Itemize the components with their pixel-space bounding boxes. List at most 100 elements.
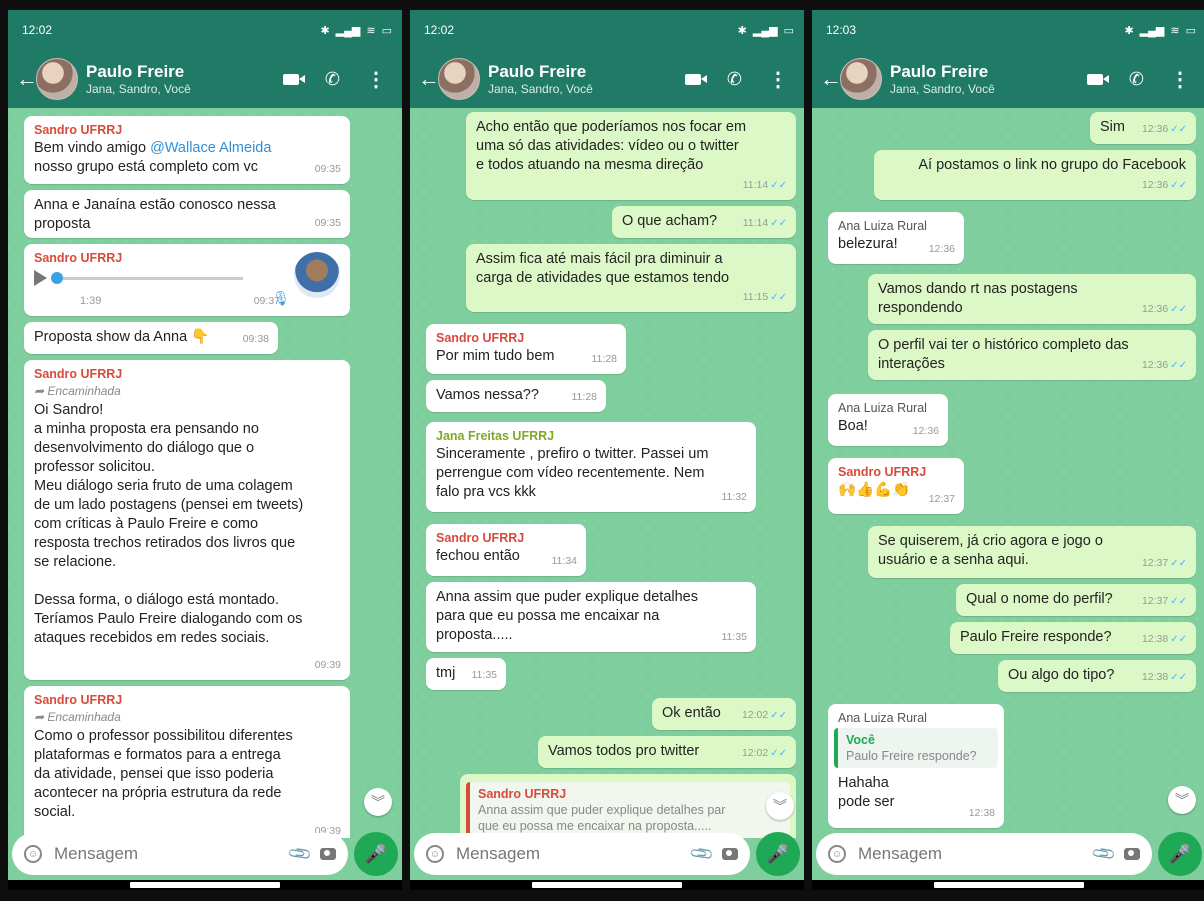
- more-options-icon[interactable]: ⋮: [768, 67, 788, 92]
- message-sender: Sandro UFRRJ: [34, 251, 123, 265]
- bluetooth-icon: ✱: [320, 24, 330, 37]
- message-time: 12:36 ✓✓: [1142, 120, 1187, 139]
- outgoing-message-bubble[interactable]: O que acham? 11:14 ✓✓: [612, 206, 796, 238]
- home-indicator[interactable]: [532, 882, 682, 888]
- chat-title: Paulo Freire: [488, 61, 587, 81]
- outgoing-message-bubble[interactable]: O perfil vai ter o histórico completo da…: [868, 330, 1196, 380]
- video-call-icon[interactable]: [282, 73, 305, 85]
- message-sender: Sandro UFRRJ: [34, 123, 123, 137]
- outgoing-message-bubble[interactable]: Ok então 12:02 ✓✓: [652, 698, 796, 730]
- camera-icon[interactable]: [722, 848, 738, 860]
- chat-area[interactable]: Sandro UFRRJ Bem vindo amigo @Wallace Al…: [8, 108, 402, 838]
- message-time: 12:36 ✓✓: [1142, 300, 1187, 319]
- outgoing-message-bubble[interactable]: Qual o nome do perfil? 12:37 ✓✓: [956, 584, 1196, 616]
- forwarded-message-bubble[interactable]: Sandro UFRRJ ➦ Encaminhada Como o profes…: [24, 686, 350, 838]
- reply-message-bubble[interactable]: Ana Luiza Rural Você Paulo Freire respon…: [828, 704, 1004, 828]
- outgoing-message-bubble[interactable]: Assim fica até mais fácil pra diminuir a…: [466, 244, 796, 312]
- message-sender: Sandro UFRRJ: [436, 531, 525, 545]
- more-options-icon[interactable]: ⋮: [366, 67, 386, 92]
- mic-button[interactable]: 🎤: [1158, 832, 1202, 876]
- quoted-text: Paulo Freire responde?: [846, 749, 977, 763]
- emoji-icon[interactable]: ☺: [828, 845, 846, 863]
- message-sender: Ana Luiza Rural: [838, 401, 927, 415]
- attach-icon[interactable]: 📎: [1090, 840, 1118, 868]
- message-sender: Jana Freitas UFRRJ: [436, 429, 555, 443]
- outgoing-message-bubble[interactable]: Sim 12:36 ✓✓: [1090, 112, 1196, 144]
- phone-call-icon[interactable]: ✆: [1129, 69, 1144, 90]
- audio-progress-track[interactable]: [51, 271, 243, 284]
- more-options-icon[interactable]: ⋮: [1170, 67, 1190, 92]
- message-input[interactable]: [52, 843, 281, 865]
- mic-icon: 🎤: [364, 843, 388, 864]
- scroll-down-button[interactable]: ︾: [766, 792, 794, 820]
- status-bar: 12:02 ✱ ▂▄▆ ≋ ▭: [8, 10, 402, 50]
- message-bubble[interactable]: tmj 11:35: [426, 658, 506, 690]
- chat-title-area[interactable]: Paulo Freire Jana, Sandro, Você: [890, 62, 1087, 97]
- outgoing-message-bubble[interactable]: Acho então que poderíamos nos focar em u…: [466, 112, 796, 200]
- group-avatar[interactable]: [438, 58, 480, 100]
- home-indicator[interactable]: [130, 882, 280, 888]
- outgoing-message-bubble[interactable]: Paulo Freire responde? 12:38 ✓✓: [950, 622, 1196, 654]
- outgoing-message-bubble[interactable]: Ou algo do tipo? 12:38 ✓✓: [998, 660, 1196, 692]
- attach-icon[interactable]: 📎: [286, 840, 314, 868]
- attach-icon[interactable]: 📎: [688, 840, 716, 868]
- video-call-icon[interactable]: [684, 73, 707, 85]
- group-avatar[interactable]: [840, 58, 882, 100]
- chat-title-area[interactable]: Paulo Freire Jana, Sandro, Você: [86, 62, 283, 97]
- quoted-message[interactable]: Você Paulo Freire responde?: [834, 728, 998, 768]
- camera-icon[interactable]: [1124, 848, 1140, 860]
- mention-link[interactable]: @Wallace Almeida: [150, 140, 271, 156]
- mic-button[interactable]: 🎤: [756, 832, 800, 876]
- message-bubble[interactable]: Anna assim que puder explique detalhes p…: [426, 582, 756, 652]
- message-bubble[interactable]: Sandro UFRRJ Bem vindo amigo @Wallace Al…: [24, 116, 350, 184]
- phone-call-icon[interactable]: ✆: [727, 69, 742, 90]
- message-bubble[interactable]: Sandro UFRRJ 🙌👍💪👏 12:37: [828, 458, 964, 514]
- message-bubble[interactable]: Sandro UFRRJ fechou então 11:34: [426, 524, 586, 576]
- scroll-down-button[interactable]: ︾: [1168, 786, 1196, 814]
- message-bubble[interactable]: Ana Luiza Rural belezura! 12:36: [828, 212, 964, 264]
- message-bubble[interactable]: Sandro UFRRJ Por mim tudo bem 11:28: [426, 324, 626, 374]
- emoji-icon[interactable]: ☺: [24, 845, 42, 863]
- message-bubble[interactable]: Vamos nessa?? 11:28: [426, 380, 606, 412]
- outgoing-message-bubble[interactable]: Se quiserem, já crio agora e jogo o usuá…: [868, 526, 1196, 578]
- back-arrow-icon[interactable]: ←: [16, 66, 38, 92]
- emoji-icon[interactable]: ☺: [426, 845, 444, 863]
- group-avatar[interactable]: [36, 58, 78, 100]
- scroll-down-button[interactable]: ︾: [364, 788, 392, 816]
- back-arrow-icon[interactable]: ←: [820, 66, 842, 92]
- message-text: Oi Sandro! a minha proposta era pensando…: [34, 402, 304, 646]
- double-chevron-down-icon: ︾: [371, 794, 385, 810]
- system-nav-bar: [812, 880, 1204, 890]
- chat-header: ← Paulo Freire Jana, Sandro, Você ✆ ⋮: [410, 50, 804, 108]
- status-icons: ✱ ▂▄▆ ≋ ▭: [1124, 24, 1196, 37]
- audio-message-bubble[interactable]: Sandro UFRRJ 1:39 🎙 09:37: [24, 244, 350, 316]
- message-time-value: 12:37: [1141, 595, 1169, 607]
- camera-icon[interactable]: [320, 848, 336, 860]
- outgoing-message-bubble[interactable]: Vamos dando rt nas postagens respondendo…: [868, 274, 1196, 324]
- message-bubble[interactable]: Proposta show da Anna 👇 09:38: [24, 322, 278, 354]
- mic-button[interactable]: 🎤: [354, 832, 398, 876]
- chat-title-area[interactable]: Paulo Freire Jana, Sandro, Você: [488, 62, 685, 97]
- chat-area[interactable]: Sim 12:36 ✓✓ Aí postamos o link no grupo …: [812, 108, 1204, 838]
- message-bubble[interactable]: Ana Luiza Rural Boa! 12:36: [828, 394, 948, 446]
- message-input[interactable]: [856, 843, 1085, 865]
- message-text: Anna e Janaína estão conosco nessa propo…: [34, 197, 276, 232]
- video-call-icon[interactable]: [1086, 73, 1109, 85]
- play-icon[interactable]: [34, 270, 47, 286]
- message-input[interactable]: [454, 843, 683, 865]
- home-indicator[interactable]: [934, 882, 1084, 888]
- message-time: 12:36: [912, 425, 939, 437]
- back-arrow-icon[interactable]: ←: [418, 66, 440, 92]
- audio-progress-handle[interactable]: [51, 271, 63, 284]
- phone-call-icon[interactable]: ✆: [325, 69, 340, 90]
- forwarded-message-bubble[interactable]: Sandro UFRRJ ➦ Encaminhada Oi Sandro! a …: [24, 360, 350, 680]
- outgoing-message-bubble[interactable]: Vamos todos pro twitter 12:02 ✓✓: [538, 736, 796, 768]
- forwarded-label: ➦ Encaminhada: [34, 383, 340, 399]
- outgoing-message-bubble[interactable]: Aí postamos o link no grupo do Facebook …: [874, 150, 1196, 200]
- double-chevron-down-icon: ︾: [1175, 792, 1189, 808]
- chat-area[interactable]: Acho então que poderíamos nos focar em u…: [410, 108, 804, 838]
- status-icons: ✱ ▂▄▆ ▭: [738, 24, 794, 37]
- message-bubble[interactable]: Anna e Janaína estão conosco nessa propo…: [24, 190, 350, 238]
- message-bubble[interactable]: Jana Freitas UFRRJ Sinceramente , prefir…: [426, 422, 756, 512]
- message-time: 11:35: [471, 669, 498, 681]
